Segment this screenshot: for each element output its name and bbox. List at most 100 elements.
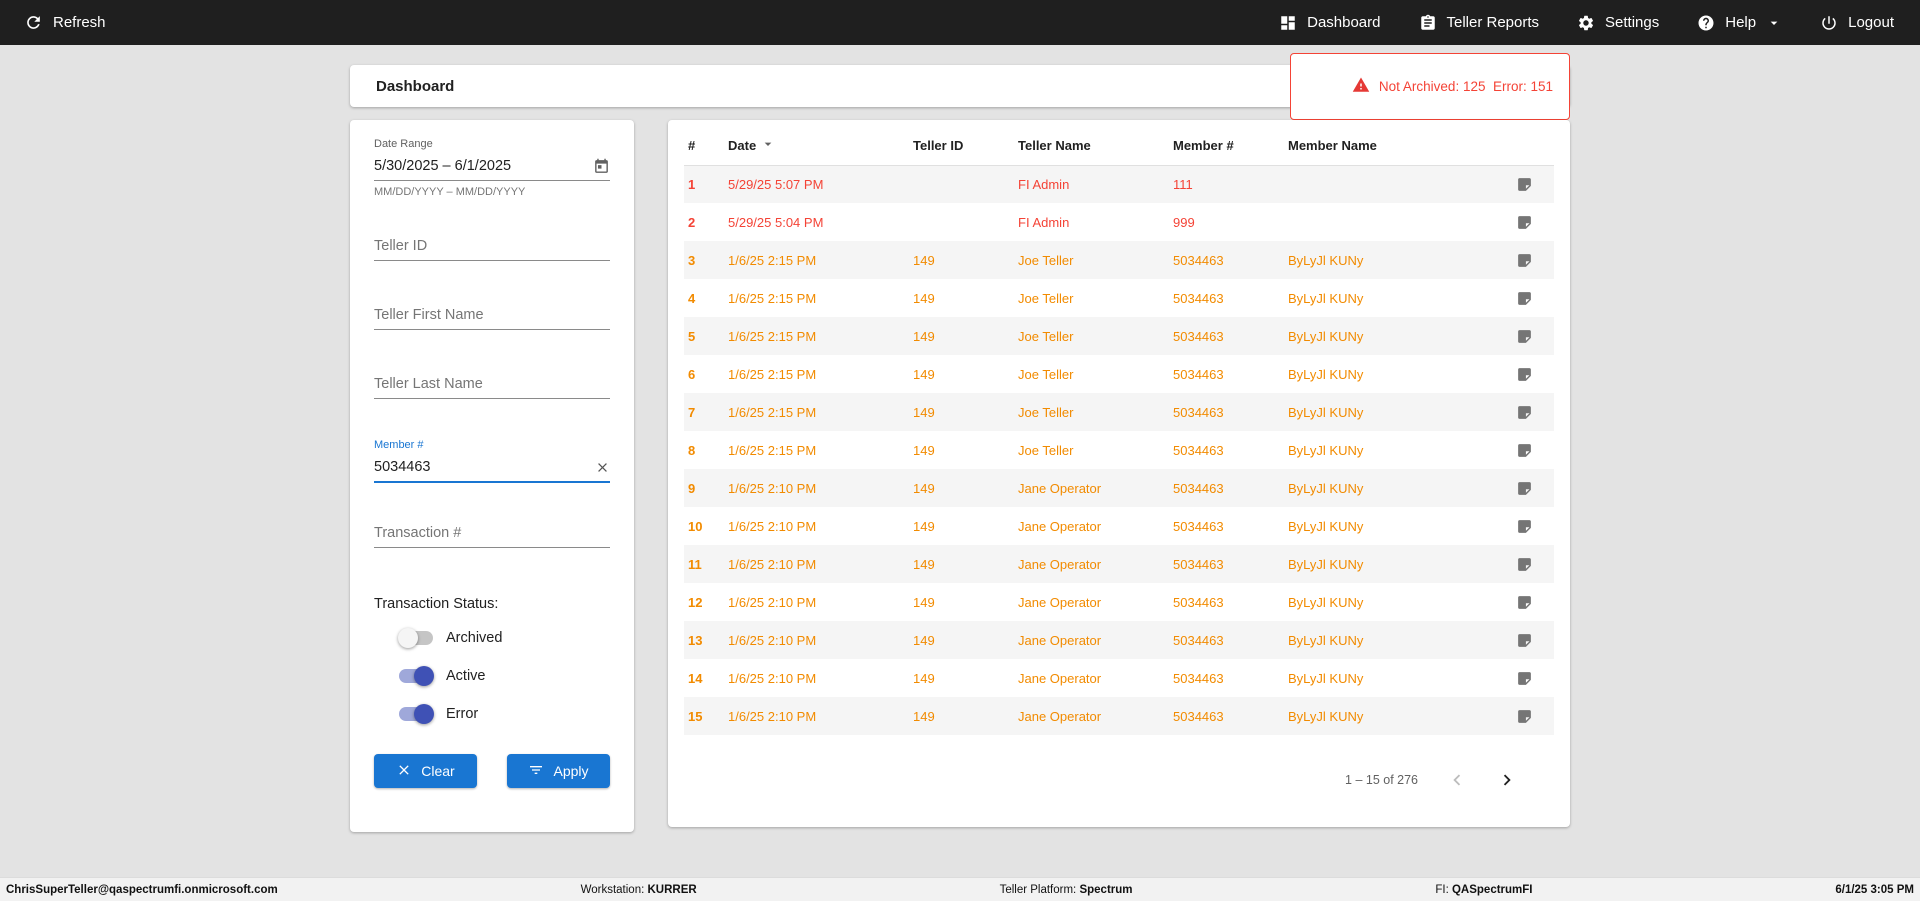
table-row[interactable]: 10 1/6/25 2:10 PM 149 Jane Operator 5034463 B… xyxy=(684,507,1554,545)
row-num-cell: 7 xyxy=(688,404,696,420)
nav-help[interactable]: Help xyxy=(1697,14,1782,32)
note-cell xyxy=(1494,697,1554,735)
col-header-date[interactable]: Date xyxy=(724,126,909,166)
active-toggle[interactable] xyxy=(398,666,434,686)
date-cell: 1/6/25 2:15 PM xyxy=(728,252,817,268)
teller-id-input[interactable] xyxy=(374,232,610,260)
note-cell xyxy=(1494,583,1554,621)
teller-name-cell: Jane Operator xyxy=(1018,708,1102,724)
transaction-number-input[interactable] xyxy=(374,519,610,547)
alert-text: Not Archived: 125 Error: 151 xyxy=(1378,78,1553,94)
teller-first-name-input[interactable] xyxy=(374,301,610,329)
row-num-cell: 6 xyxy=(688,366,696,382)
col-header-note xyxy=(1494,126,1554,166)
member-name-cell: ByLyJl KUNy xyxy=(1288,442,1364,458)
teller-name-cell: FI Admin xyxy=(1018,176,1070,192)
clear-button-label: Clear xyxy=(421,763,455,779)
refresh-button[interactable]: Refresh xyxy=(24,13,106,32)
note-icon[interactable] xyxy=(1516,707,1533,723)
note-icon[interactable] xyxy=(1516,213,1533,229)
nav-teller-reports[interactable]: Teller Reports xyxy=(1419,14,1539,32)
teller-id-cell xyxy=(909,203,1014,241)
teller-id-cell: 149 xyxy=(913,252,935,268)
nav-help-label: Help xyxy=(1725,14,1757,31)
table-row[interactable]: 1 5/29/25 5:07 PM FI Admin 111 xyxy=(684,165,1554,203)
note-icon[interactable] xyxy=(1516,593,1533,609)
note-icon[interactable] xyxy=(1516,365,1533,381)
clear-member-icon[interactable] xyxy=(595,460,610,475)
error-toggle[interactable] xyxy=(398,704,434,724)
table-row[interactable]: 9 1/6/25 2:10 PM 149 Jane Operator 5034463 By… xyxy=(684,469,1554,507)
prev-page-button[interactable] xyxy=(1446,769,1468,791)
note-icon[interactable] xyxy=(1516,669,1533,685)
note-cell xyxy=(1494,279,1554,317)
nav-settings[interactable]: Settings xyxy=(1577,14,1659,32)
status-bar: ChrisSuperTeller@qaspectrumfi.onmicrosof… xyxy=(0,877,1920,901)
member-name-cell: ByLyJl KUNy xyxy=(1288,556,1364,572)
settings-icon xyxy=(1577,14,1595,32)
row-num-cell: 11 xyxy=(688,556,702,572)
member-name-cell: ByLyJl KUNy xyxy=(1288,366,1364,382)
teller-name-cell: Joe Teller xyxy=(1018,404,1074,420)
workstation-value: KURRER xyxy=(647,883,697,896)
apply-button[interactable]: Apply xyxy=(507,754,610,788)
note-icon[interactable] xyxy=(1516,631,1533,647)
member-num-cell: 5034463 xyxy=(1173,632,1224,648)
table-row[interactable]: 15 1/6/25 2:10 PM 149 Jane Operator 5034463 B… xyxy=(684,697,1554,735)
note-cell xyxy=(1494,165,1554,203)
note-icon[interactable] xyxy=(1516,403,1533,419)
teller-id-cell: 149 xyxy=(913,480,935,496)
calendar-icon[interactable] xyxy=(593,158,610,175)
note-icon[interactable] xyxy=(1516,289,1533,305)
table-row[interactable]: 6 1/6/25 2:15 PM 149 Joe Teller 5034463 ByLyJ… xyxy=(684,355,1554,393)
table-row[interactable]: 13 1/6/25 2:10 PM 149 Jane Operator 5034463 B… xyxy=(684,621,1554,659)
col-header-member-num: Member # xyxy=(1169,126,1284,166)
date-range-input[interactable] xyxy=(374,152,593,180)
date-cell: 1/6/25 2:10 PM xyxy=(728,670,817,686)
user-email: ChrisSuperTeller@qaspectrumfi.onmicrosof… xyxy=(6,883,278,896)
note-icon[interactable] xyxy=(1516,441,1533,457)
toggle-row-active: Active xyxy=(398,666,610,686)
table-row[interactable]: 12 1/6/25 2:10 PM 149 Jane Operator 5034463 B… xyxy=(684,583,1554,621)
date-range-label: Date Range xyxy=(374,138,433,150)
table-header-row: # Date Teller ID Teller Name Member # Me… xyxy=(684,126,1554,166)
table-row[interactable]: 14 1/6/25 2:10 PM 149 Jane Operator 5034463 B… xyxy=(684,659,1554,697)
row-num-cell: 8 xyxy=(688,442,696,458)
next-page-button[interactable] xyxy=(1496,769,1518,791)
note-icon[interactable] xyxy=(1516,479,1533,495)
note-cell xyxy=(1494,659,1554,697)
row-num-cell: 15 xyxy=(688,708,703,724)
note-icon[interactable] xyxy=(1516,251,1533,267)
topbar-nav: Dashboard Teller Reports Settings Help L… xyxy=(1279,14,1894,32)
teller-id-cell: 149 xyxy=(913,632,935,648)
nav-dashboard[interactable]: Dashboard xyxy=(1279,14,1381,32)
clear-button[interactable]: Clear xyxy=(374,754,477,788)
table-row[interactable]: 5 1/6/25 2:15 PM 149 Joe Teller 5034463 ByLyJ… xyxy=(684,317,1554,355)
table-row[interactable]: 3 1/6/25 2:15 PM 149 Joe Teller 5034463 ByLyJ… xyxy=(684,241,1554,279)
col-header-teller-name: Teller Name xyxy=(1014,126,1169,166)
date-cell: 5/29/25 5:04 PM xyxy=(728,214,824,230)
warning-icon xyxy=(1307,61,1370,112)
note-icon[interactable] xyxy=(1516,517,1533,533)
teller-last-name-input[interactable] xyxy=(374,370,610,398)
note-icon[interactable] xyxy=(1516,327,1533,343)
teller-id-cell: 149 xyxy=(913,556,935,572)
nav-logout[interactable]: Logout xyxy=(1820,14,1894,32)
date-range-hint: MM/DD/YYYY – MM/DD/YYYY xyxy=(374,186,526,198)
note-icon[interactable] xyxy=(1516,555,1533,571)
date-cell: 1/6/25 2:10 PM xyxy=(728,594,817,610)
note-icon[interactable] xyxy=(1516,176,1533,191)
date-cell: 1/6/25 2:10 PM xyxy=(728,518,817,534)
note-cell xyxy=(1494,431,1554,469)
date-cell: 1/6/25 2:10 PM xyxy=(728,556,817,572)
member-number-input[interactable] xyxy=(374,453,595,481)
table-row[interactable]: 8 1/6/25 2:15 PM 149 Joe Teller 5034463 ByLyJ… xyxy=(684,431,1554,469)
archived-toggle[interactable] xyxy=(398,628,434,648)
platform-value: Spectrum xyxy=(1079,883,1133,896)
table-row[interactable]: 2 5/29/25 5:04 PM FI Admin 999 xyxy=(684,203,1554,241)
member-name-cell: ByLyJl KUNy xyxy=(1288,328,1364,344)
table-row[interactable]: 11 1/6/25 2:10 PM 149 Jane Operator 5034463 B… xyxy=(684,545,1554,583)
table-row[interactable]: 4 1/6/25 2:15 PM 149 Joe Teller 5034463 ByLyJ… xyxy=(684,279,1554,317)
page-title: Dashboard xyxy=(376,77,455,95)
table-row[interactable]: 7 1/6/25 2:15 PM 149 Joe Teller 5034463 ByLyJ… xyxy=(684,393,1554,431)
